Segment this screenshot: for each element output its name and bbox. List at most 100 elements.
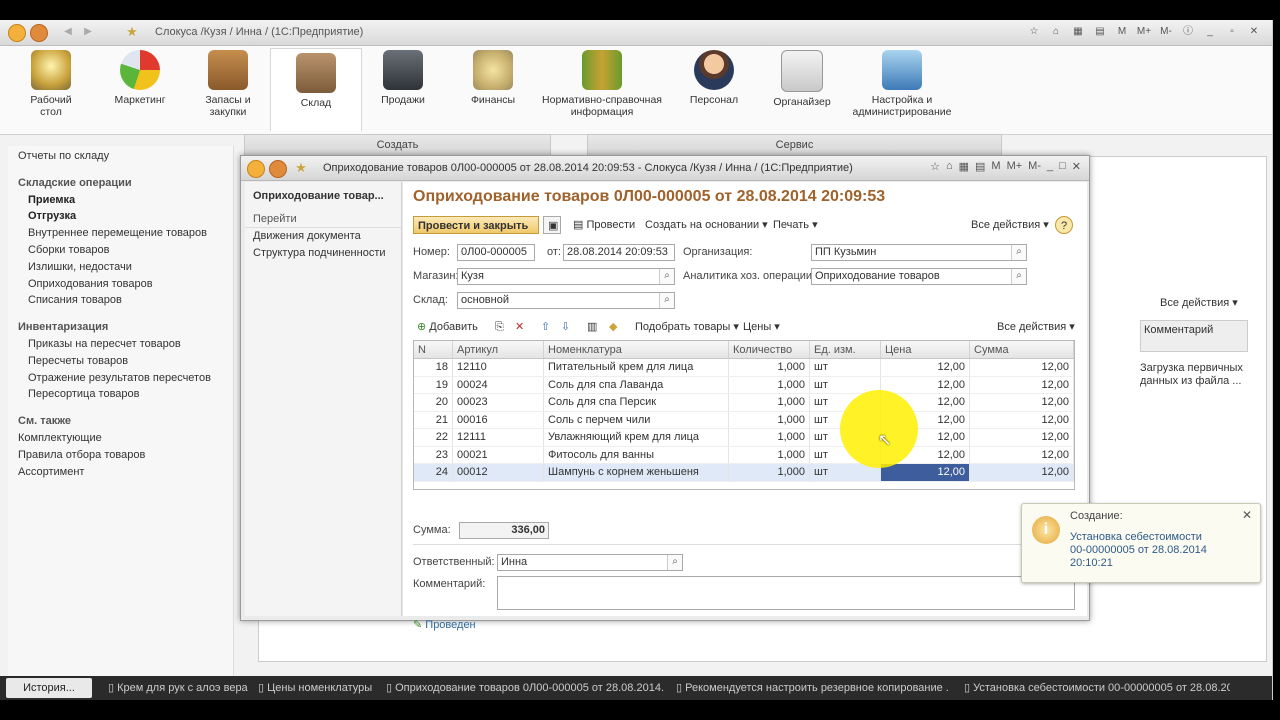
cell-name[interactable]: Соль для спа Персик (543, 393, 729, 412)
section-personnel[interactable]: Персонал (669, 50, 759, 106)
nav-item-writeoff[interactable]: Списания товаров (18, 292, 223, 309)
taskbar-item[interactable]: ▯ Крем для рук с алоэ вера (108, 678, 248, 698)
barcode-icon[interactable]: ▥ (583, 318, 601, 336)
fill-icon[interactable]: ◆ (605, 318, 621, 336)
table-row[interactable]: 18 12110 Питательный крем для лица 1,000 шт 1… (414, 358, 1074, 377)
nav-item-count-results[interactable]: Отражение результатов пересчетов (18, 370, 223, 387)
add-row-button[interactable]: ⊕ Добавить (413, 318, 482, 336)
cell-sku[interactable]: 00023 (452, 393, 544, 412)
cell-name[interactable]: Увлажняющий крем для лица (543, 428, 729, 447)
section-marketing[interactable]: Маркетинг (95, 50, 185, 106)
number-field[interactable]: 0Л00-000005 (457, 244, 535, 261)
search-icon[interactable]: ⌕ (1011, 245, 1026, 260)
col-unit[interactable]: Ед. изм. (809, 341, 881, 359)
favorite-icon[interactable]: ★ (124, 24, 140, 40)
col-sum[interactable]: Сумма (969, 341, 1074, 359)
notification-link[interactable]: Установка себестоимости 00-00000005 от 2… (1070, 531, 1208, 570)
table-row-selected[interactable]: 24 00012 Шампунь с корнем женьшеня 1,000 шт 1… (414, 463, 1074, 482)
nav-item-components[interactable]: Комплектующие (18, 430, 223, 447)
cell-sku[interactable]: 12110 (452, 358, 544, 377)
col-price[interactable]: Цена (880, 341, 970, 359)
cell-sum[interactable]: 12,00 (969, 428, 1074, 447)
calculator-icon[interactable]: ▦ (1070, 24, 1086, 40)
memory-m-icon[interactable]: M (991, 160, 1000, 173)
taskbar-item[interactable]: ▯ Оприходование товаров 0Л00-000005 от 2… (386, 678, 664, 698)
cell-name[interactable]: Фитосоль для ванны (543, 446, 729, 464)
save-icon[interactable]: ▣ (543, 216, 561, 234)
favorite-icon[interactable]: ★ (293, 160, 309, 176)
1c-logo-icon[interactable] (247, 160, 265, 178)
nav-item-capitalization[interactable]: Оприходования товаров (18, 276, 223, 293)
search-icon[interactable]: ⌕ (659, 269, 674, 284)
cell-qty[interactable]: 1,000 (728, 411, 810, 429)
delete-icon[interactable]: ✕ (511, 318, 528, 336)
nav-item-assortment[interactable]: Ассортимент (18, 464, 223, 481)
col-qty[interactable]: Количество (728, 341, 810, 359)
table-row[interactable]: 21 00016 Соль с перчем чили 1,000 шт 12,00 12,… (414, 411, 1074, 429)
section-desktop[interactable]: Рабочий стол (6, 50, 96, 118)
home-icon[interactable]: ⌂ (946, 160, 953, 173)
cell-name[interactable]: Соль для спа Лаванда (543, 376, 729, 394)
create-based-button[interactable]: Создать на основании ▾ (641, 216, 772, 234)
cell-qty[interactable]: 1,000 (728, 463, 810, 482)
cell-qty[interactable]: 1,000 (728, 446, 810, 464)
taskbar-item[interactable]: ▯ Установка себестоимости 00-00000005 от… (964, 678, 1230, 698)
memory-plus-icon[interactable]: M+ (1136, 24, 1152, 40)
1c-logo-icon[interactable] (8, 24, 26, 42)
calendar-icon[interactable]: ▤ (975, 160, 985, 173)
cell-sku[interactable]: 12111 (452, 428, 544, 447)
section-finance[interactable]: Финансы (448, 50, 538, 106)
close-icon[interactable]: ✕ (1246, 24, 1262, 40)
help-icon[interactable]: ? (1055, 216, 1073, 234)
forward-icon[interactable]: ▶ (80, 24, 96, 40)
calendar-icon[interactable]: ▤ (1092, 24, 1108, 40)
close-icon[interactable]: ✕ (1242, 508, 1252, 522)
cell-sum[interactable]: 12,00 (969, 358, 1074, 377)
section-reference[interactable]: Нормативно-справочная информация (540, 50, 664, 118)
restore-icon[interactable]: ▫ (1224, 24, 1240, 40)
memory-minus-icon[interactable]: M- (1158, 24, 1174, 40)
responsible-field[interactable]: Инна ⌕ (497, 554, 683, 571)
cell-sum[interactable]: 12,00 (969, 463, 1074, 482)
pick-goods-button[interactable]: Подобрать товары ▾ (631, 318, 743, 336)
nav-item-receiving[interactable]: Приемка (18, 192, 223, 209)
nav-item-shipping[interactable]: Отгрузка (18, 208, 223, 225)
cell-name[interactable]: Шампунь с корнем женьшеня (543, 463, 729, 482)
back-icon[interactable]: ◀ (60, 24, 76, 40)
cell-qty[interactable]: 1,000 (728, 376, 810, 394)
copy-icon[interactable]: ⎘ (491, 318, 508, 336)
cell-sku[interactable]: 00021 (452, 446, 544, 464)
move-down-icon[interactable]: ⇩ (557, 318, 574, 336)
table-row[interactable]: 22 12111 Увлажняющий крем для лица 1,000 шт 1… (414, 428, 1074, 447)
taskbar-item[interactable]: ▯ Рекомендуется настроить резервное копи… (676, 678, 948, 698)
post-and-close-button[interactable]: Провести и закрыть (413, 216, 539, 234)
date-field[interactable]: 28.08.2014 20:09:53 (563, 244, 675, 261)
cell-qty[interactable]: 1,000 (728, 428, 810, 447)
maximize-icon[interactable]: □ (1059, 160, 1066, 173)
move-up-icon[interactable]: ⇧ (537, 318, 554, 336)
search-icon[interactable]: ⌕ (1011, 269, 1026, 284)
organization-field[interactable]: ПП Кузьмин ⌕ (811, 244, 1027, 261)
store-field[interactable]: Кузя ⌕ (457, 268, 675, 285)
favorites-icon[interactable]: ☆ (930, 160, 940, 173)
history-icon[interactable]: ⌂ (1048, 24, 1064, 40)
favorites-icon[interactable]: ☆ (1026, 24, 1042, 40)
table-row[interactable]: 19 00024 Соль для спа Лаванда 1,000 шт 12,00 1… (414, 376, 1074, 394)
nav-reports[interactable]: Отчеты по складу (18, 148, 223, 165)
table-all-actions-button[interactable]: Все действия ▾ (993, 318, 1079, 336)
search-icon[interactable]: ⌕ (659, 293, 674, 308)
search-icon[interactable]: ⌕ (667, 555, 682, 570)
nav-item-counts[interactable]: Пересчеты товаров (18, 353, 223, 370)
calculator-icon[interactable]: ▦ (959, 160, 969, 173)
cell-sum[interactable]: 12,00 (969, 446, 1074, 464)
prices-button[interactable]: Цены ▾ (739, 318, 784, 336)
analytics-field[interactable]: Оприходование товаров ⌕ (811, 268, 1027, 285)
section-warehouse[interactable]: Склад (270, 48, 362, 131)
all-actions-button[interactable]: Все действия ▾ (967, 216, 1053, 234)
minimize-icon[interactable]: _ (1047, 160, 1053, 173)
cell-price[interactable]: 12,00 (880, 358, 970, 377)
cell-qty[interactable]: 1,000 (728, 358, 810, 377)
col-sku[interactable]: Артикул (452, 341, 544, 359)
table-row[interactable]: 20 00023 Соль для спа Персик 1,000 шт 12,00 12… (414, 393, 1074, 412)
cell-sku[interactable]: 00024 (452, 376, 544, 394)
